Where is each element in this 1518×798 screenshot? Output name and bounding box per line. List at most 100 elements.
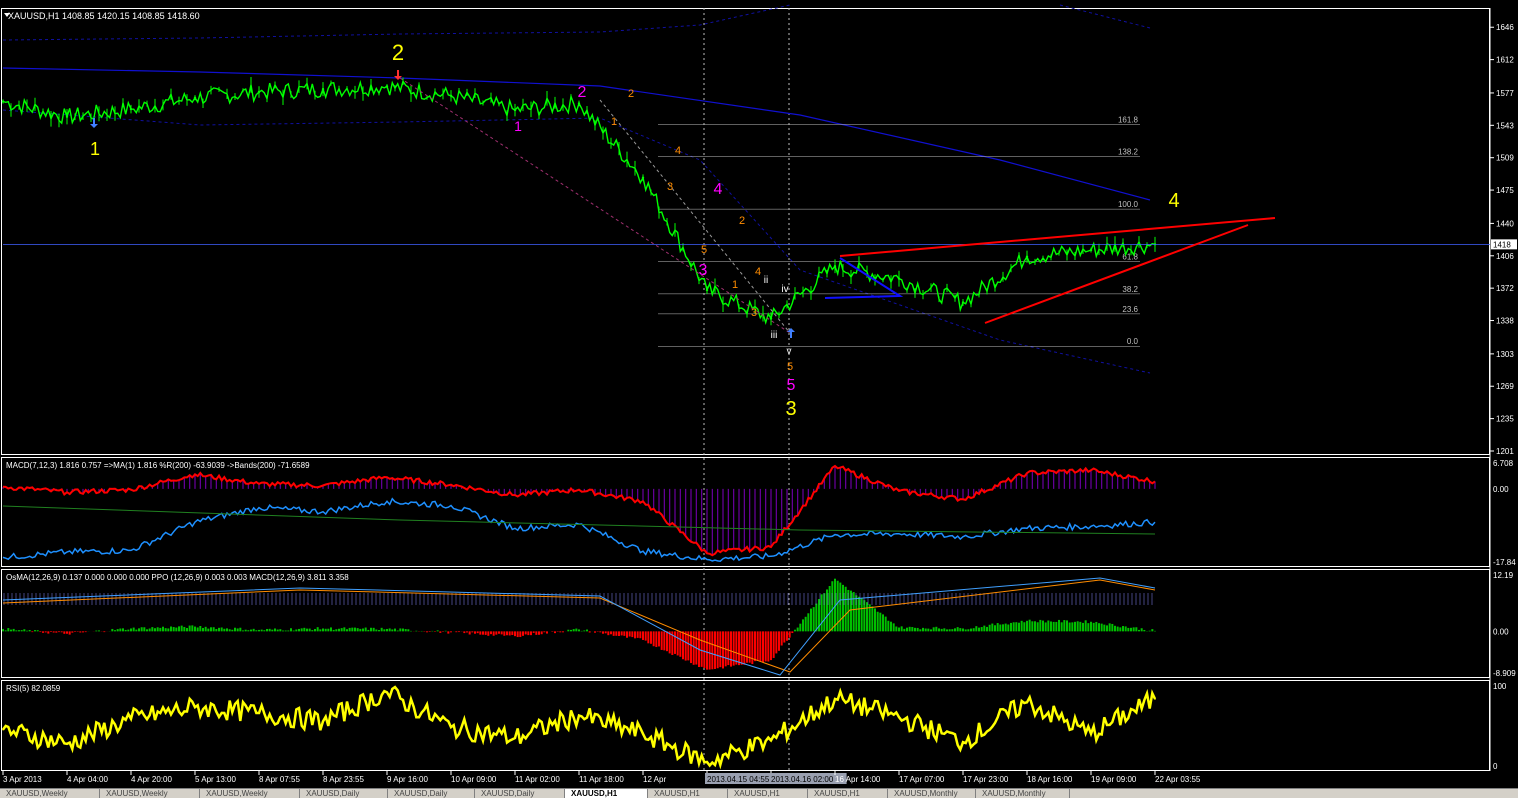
trend-dashed-line xyxy=(399,77,791,334)
time-tick-label: 18 Apr 16:00 xyxy=(1027,775,1073,784)
price-tick-label: 1406 xyxy=(1496,252,1514,261)
time-tick-label: 2013.04.15 04:55 xyxy=(707,775,770,784)
price-tick-label: 1235 xyxy=(1496,415,1514,424)
lower-band-line xyxy=(2,109,1151,374)
wave-label: v xyxy=(787,346,792,357)
rsi-point xyxy=(706,761,708,763)
wave-label: iii xyxy=(771,330,778,341)
rsi-point xyxy=(962,741,964,743)
price-point xyxy=(1025,255,1029,258)
wave-label: 1 xyxy=(514,118,522,134)
macd-tick-label: -17.84 xyxy=(1493,558,1516,567)
wave-label: 5 xyxy=(701,244,707,256)
rsi-point xyxy=(1026,701,1028,704)
time-tick-label: 4 Apr 20:00 xyxy=(131,775,172,784)
wave-label: 5 xyxy=(787,377,796,394)
wave-label: 4 xyxy=(714,181,723,198)
price-point xyxy=(641,176,645,179)
rsi-point xyxy=(386,691,388,694)
rsi-point xyxy=(770,739,772,742)
wave-label: 3 xyxy=(785,398,796,420)
up-arrow-icon xyxy=(787,328,795,338)
rsi-point xyxy=(322,720,324,723)
time-tick-label: 2013.04.16 02:00 xyxy=(771,775,834,784)
rsi-point xyxy=(578,714,580,717)
price-point xyxy=(513,108,517,112)
fib-level-label: 138.2 xyxy=(1118,148,1139,157)
fib-level-label: 38.2 xyxy=(1122,285,1138,294)
time-tick-label: 17 Apr 23:00 xyxy=(963,775,1009,784)
macd-tick-label: 0.00 xyxy=(1493,485,1509,494)
osma-header: OsMA(12,26,9) 0.137 0.000 0.000 0.000 PP… xyxy=(6,573,349,582)
wave-label: 3 xyxy=(667,181,673,193)
current-price-label: 1418 xyxy=(1493,240,1511,249)
time-tick-label: 11 Apr 02:00 xyxy=(515,775,560,784)
wedge-upper-line xyxy=(839,217,1276,257)
price-point xyxy=(897,277,901,280)
price-tick-label: 1612 xyxy=(1496,56,1514,65)
fib-level-label: 161.8 xyxy=(1118,115,1139,124)
fib-level-label: 23.6 xyxy=(1122,305,1138,314)
macd-tick-label: 6.708 xyxy=(1493,459,1514,468)
chart-canvas[interactable]: XAUUSD,H1 1408.85 1420.15 1408.85 1418.6… xyxy=(0,0,1518,797)
price-tick-label: 1543 xyxy=(1496,121,1514,130)
moving-average-line xyxy=(2,67,1151,201)
fib-level-label: 61.8 xyxy=(1122,252,1138,261)
macd-blue-line xyxy=(2,577,1156,676)
rsi-tick-label: 0 xyxy=(1493,762,1498,771)
osma-tick-label: 0.00 xyxy=(1493,627,1509,636)
wave-label: 2 xyxy=(739,215,745,227)
osma-tick-label: -8.909 xyxy=(1493,669,1516,678)
price-tick-label: 1338 xyxy=(1496,317,1514,326)
price-tick-label: 1269 xyxy=(1496,382,1514,391)
wave-label: 5 xyxy=(787,361,793,373)
price-point xyxy=(193,96,197,99)
wave-label: 1 xyxy=(90,139,100,159)
time-tick-label: 17 Apr 07:00 xyxy=(899,775,945,784)
rsi-point xyxy=(642,733,644,735)
time-tick-label: 4 Apr 04:00 xyxy=(67,775,108,784)
price-tick-label: 1440 xyxy=(1496,219,1514,228)
rsi-point xyxy=(130,718,132,720)
price-point xyxy=(65,115,69,118)
trend-dashed-line xyxy=(599,99,791,334)
rsi-point xyxy=(834,698,836,700)
price-point xyxy=(1089,248,1093,252)
wave-label: 2 xyxy=(628,88,634,100)
time-tick-label: 3 Apr 2013 xyxy=(3,775,42,784)
time-tick-label: 10 Apr 09:00 xyxy=(451,775,497,784)
wave-label: 3 xyxy=(751,307,757,319)
panel-frame-macd xyxy=(1,457,1490,567)
wave-label: 3 xyxy=(699,262,708,279)
rsi-point xyxy=(514,737,516,739)
wave-label: 1 xyxy=(611,116,617,128)
price-point xyxy=(961,301,965,304)
price-tick-label: 1201 xyxy=(1496,447,1514,456)
rsi-point xyxy=(194,706,196,709)
osma-tick-label: 12.19 xyxy=(1493,571,1514,580)
rsi-header: RSI(5) 82.0859 xyxy=(6,684,61,693)
wave-label: 2 xyxy=(392,40,404,65)
price-tick-label: 1509 xyxy=(1496,154,1514,163)
time-tick-label: 8 Apr 23:55 xyxy=(323,775,364,784)
percent-r-line xyxy=(2,497,1156,562)
price-point xyxy=(129,107,133,111)
rsi-point xyxy=(66,742,68,745)
price-point xyxy=(1,100,5,103)
time-tick-label: 16 Apr 14:00 xyxy=(835,775,881,784)
fib-level-label: 0.0 xyxy=(1127,337,1139,346)
price-point xyxy=(257,90,261,94)
price-point xyxy=(449,94,453,98)
time-tick-label: 5 Apr 13:00 xyxy=(195,775,236,784)
rsi-line xyxy=(1,685,1157,770)
time-tick-label: 22 Apr 03:55 xyxy=(1155,775,1201,784)
wave-label: 1 xyxy=(732,279,738,291)
price-tick-label: 1475 xyxy=(1496,186,1514,195)
price-point xyxy=(577,102,581,105)
symbol-header: XAUUSD,H1 1408.85 1420.15 1408.85 1418.6… xyxy=(8,11,200,21)
wave-label: 4 xyxy=(1168,190,1179,212)
rsi-point xyxy=(1154,698,1156,700)
rsi-point xyxy=(1090,733,1092,735)
price-point xyxy=(705,288,709,292)
macd-header: MACD(7,12,3) 1.816 0.757 =>MA(1) 1.816 %… xyxy=(6,461,310,470)
